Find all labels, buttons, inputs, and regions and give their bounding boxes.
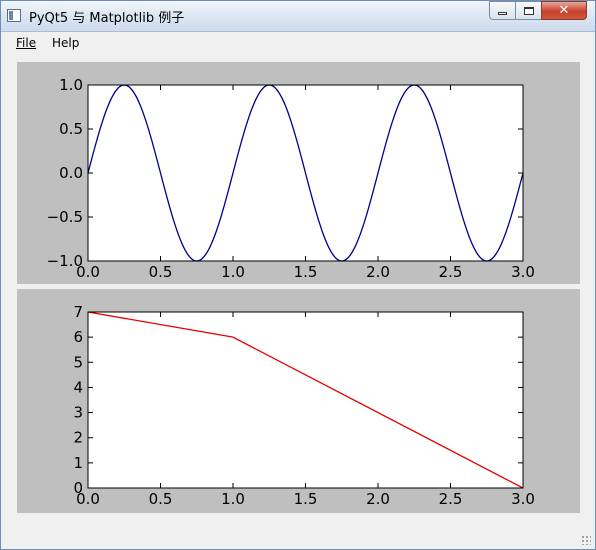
window-title: PyQt5 与 Matplotlib 例子 (29, 11, 185, 26)
x-tick-label-2: 1.5 (294, 490, 318, 508)
x-tick-label-1: 1.5 (294, 263, 318, 281)
maximize-icon (523, 6, 534, 15)
minimize-button[interactable] (489, 1, 516, 20)
y-tick-label-1: 0.0 (59, 164, 83, 182)
x-tick-label-1: 2.0 (366, 263, 390, 281)
y-tick-label-2: 0 (73, 479, 83, 497)
menu-bar: File Help (1, 32, 595, 53)
x-tick-label-2: 1.0 (221, 490, 245, 508)
menu-help[interactable]: Help (52, 36, 79, 50)
y-tick-label-2: 1 (73, 454, 83, 472)
app-window-icon (7, 9, 21, 22)
x-tick-label-1: 2.5 (439, 263, 463, 281)
y-tick-label-1: 1.0 (59, 76, 83, 94)
close-icon: ✕ (558, 3, 570, 18)
y-tick-label-2: 6 (73, 328, 83, 346)
y-tick-label-1: −1.0 (47, 252, 83, 270)
y-tick-label-1: 0.5 (59, 120, 83, 138)
x-tick-label-2: 0.5 (149, 490, 173, 508)
y-tick-label-2: 2 (73, 429, 83, 447)
y-tick-label-1: −0.5 (47, 208, 83, 226)
maximize-button[interactable] (515, 1, 542, 20)
matplotlib-canvas[interactable]: 0.0 0.5 1.0 1.5 2.0 2.5 3.0 1.0 0.5 0.0 −0.5 −1.0 0.… (17, 62, 580, 513)
x-tick-label-1: 1.0 (221, 263, 245, 281)
minimize-icon (498, 12, 507, 15)
y-tick-label-2: 3 (73, 404, 83, 422)
y-tick-label-2: 5 (73, 353, 83, 371)
x-tick-label-2: 3.0 (511, 490, 535, 508)
close-button[interactable]: ✕ (541, 1, 587, 20)
title-bar[interactable]: PyQt5 与 Matplotlib 例子 ✕ (1, 1, 595, 32)
x-tick-label-1: 3.0 (511, 263, 535, 281)
subplot-separator (17, 284, 580, 289)
status-bar (1, 516, 595, 549)
main-window: PyQt5 与 Matplotlib 例子 ✕ File Help 0.0 0.5… (0, 0, 596, 550)
size-grip-icon[interactable] (581, 535, 591, 545)
plot-area-2 (88, 312, 523, 488)
plot-svg: 0.0 0.5 1.0 1.5 2.0 2.5 3.01.00.50.0−0.5−1.00.… (17, 76, 580, 508)
x-tick-label-2: 2.5 (439, 490, 463, 508)
menu-file[interactable]: File (16, 36, 36, 50)
y-tick-label-2: 7 (73, 303, 83, 321)
y-tick-label-2: 4 (73, 378, 83, 396)
x-tick-label-2: 2.0 (366, 490, 390, 508)
x-tick-label-1: 0.5 (149, 263, 173, 281)
